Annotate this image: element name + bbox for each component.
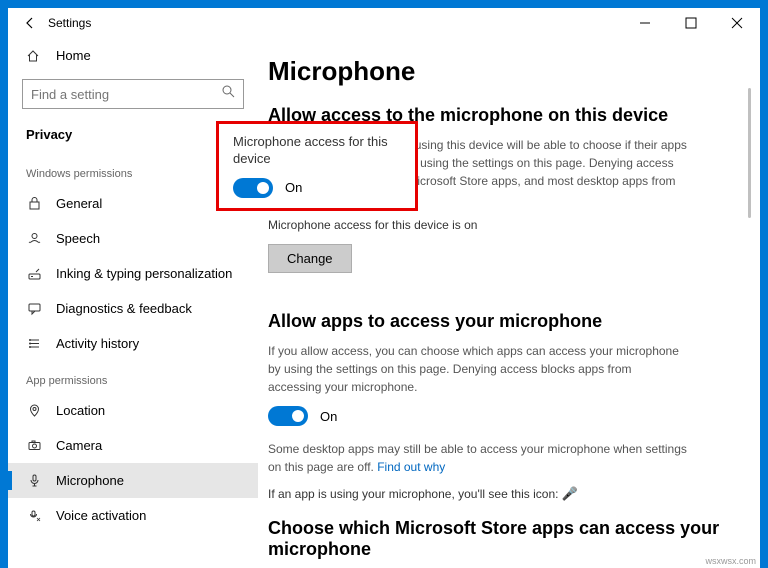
- home-icon: [26, 49, 42, 63]
- sidebar: Home Privacy Windows permissions General…: [8, 38, 258, 568]
- voice-icon: [26, 509, 42, 522]
- search-input-container[interactable]: [22, 79, 244, 109]
- section-heading-app-access: Allow apps to access your microphone: [268, 311, 720, 332]
- microphone-icon: [26, 474, 42, 487]
- content-area: Microphone Allow access to the microphon…: [258, 38, 760, 568]
- desktop-apps-note: Some desktop apps may still be able to a…: [268, 440, 688, 476]
- section-body: If you allow access, you can choose whic…: [268, 342, 688, 396]
- mic-in-use-note: If an app is using your microphone, you'…: [268, 486, 720, 502]
- inking-icon: [26, 267, 42, 280]
- sidebar-item-label: Camera: [56, 438, 102, 453]
- activity-icon: [26, 337, 42, 350]
- sidebar-item-label: Diagnostics & feedback: [56, 301, 192, 316]
- group-app-permissions: App permissions: [8, 361, 258, 393]
- maximize-button[interactable]: [668, 8, 714, 38]
- sidebar-item-label: Location: [56, 403, 105, 418]
- sidebar-item-voice-activation[interactable]: Voice activation: [8, 498, 258, 533]
- search-icon: [222, 85, 235, 103]
- sidebar-item-microphone[interactable]: Microphone: [8, 463, 258, 498]
- section-heading-store-apps: Choose which Microsoft Store apps can ac…: [268, 518, 720, 560]
- search-input[interactable]: [31, 87, 222, 102]
- lock-icon: [26, 197, 42, 210]
- feedback-icon: [26, 302, 42, 315]
- toggle-label: On: [320, 409, 337, 424]
- home-button[interactable]: Home: [8, 38, 258, 73]
- callout-title: Microphone access for this device: [233, 134, 401, 168]
- close-button[interactable]: [714, 8, 760, 38]
- sidebar-item-inking[interactable]: Inking & typing personalization: [8, 256, 258, 291]
- camera-icon: [26, 439, 42, 452]
- sidebar-item-label: Speech: [56, 231, 100, 246]
- sidebar-item-location[interactable]: Location: [8, 393, 258, 428]
- scrollbar[interactable]: [748, 88, 751, 218]
- back-button[interactable]: [14, 8, 46, 38]
- sidebar-item-camera[interactable]: Camera: [8, 428, 258, 463]
- find-out-why-link[interactable]: Find out why: [377, 460, 445, 474]
- page-title: Microphone: [268, 56, 720, 87]
- home-label: Home: [56, 48, 91, 63]
- change-button[interactable]: Change: [268, 244, 352, 273]
- microphone-indicator-icon: 🎤: [562, 486, 578, 501]
- minimize-button[interactable]: [622, 8, 668, 38]
- toggle-label: On: [285, 180, 302, 195]
- settings-window: Settings Home Privacy Windows permission…: [8, 8, 760, 568]
- location-icon: [26, 404, 42, 417]
- sidebar-item-label: Activity history: [56, 336, 139, 351]
- sidebar-item-activity[interactable]: Activity history: [8, 326, 258, 361]
- sidebar-item-speech[interactable]: Speech: [8, 221, 258, 256]
- titlebar: Settings: [8, 8, 760, 38]
- sidebar-item-label: Inking & typing personalization: [56, 266, 232, 281]
- watermark: wsxwsx.com: [705, 556, 756, 566]
- sidebar-item-label: General: [56, 196, 102, 211]
- device-access-status: Microphone access for this device is on: [268, 218, 720, 232]
- apps-access-toggle[interactable]: [268, 406, 308, 426]
- sidebar-item-label: Voice activation: [56, 508, 146, 523]
- window-title: Settings: [48, 16, 91, 30]
- highlight-callout: Microphone access for this device On: [216, 121, 418, 211]
- device-access-toggle[interactable]: [233, 178, 273, 198]
- speech-icon: [26, 232, 42, 245]
- sidebar-item-diagnostics[interactable]: Diagnostics & feedback: [8, 291, 258, 326]
- sidebar-item-label: Microphone: [56, 473, 124, 488]
